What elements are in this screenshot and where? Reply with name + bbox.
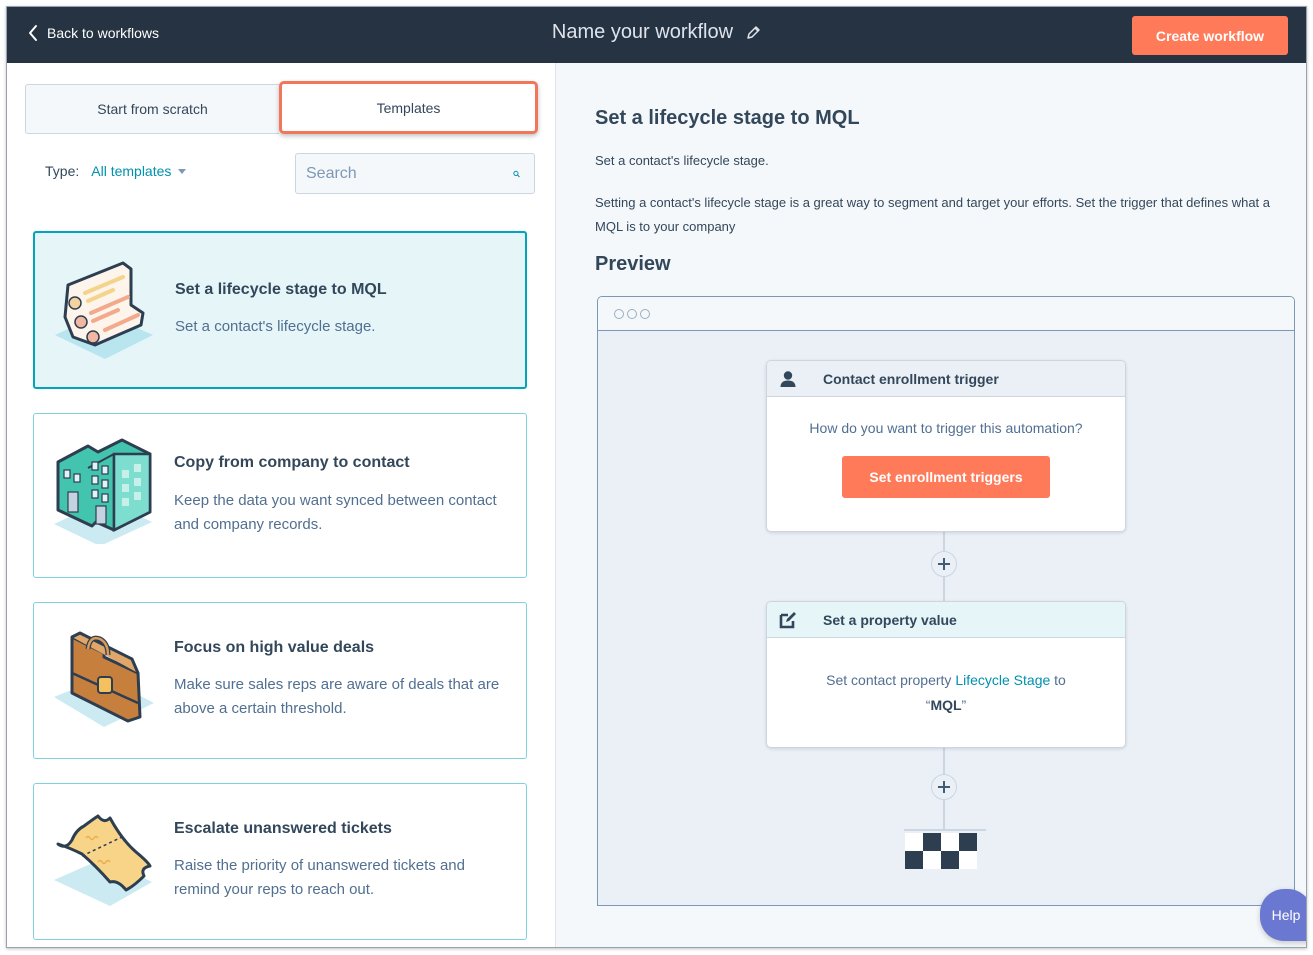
detail-subtitle: Set a contact's lifecycle stage.	[595, 153, 769, 168]
trigger-card-header: Contact enrollment trigger	[767, 361, 1125, 397]
window-dot-icon	[627, 308, 637, 319]
edit-icon	[779, 611, 796, 628]
workflow-preview: Contact enrollment trigger How do you wa…	[597, 296, 1295, 906]
set-property-action-card[interactable]: Set a property value Set contact propert…	[766, 601, 1126, 748]
contact-cards-illustration-icon	[55, 261, 153, 359]
type-filter-label: Type:	[45, 163, 80, 179]
type-filter-value: All templates	[91, 163, 172, 179]
action-text-before: Set contact property	[826, 672, 956, 688]
action-text-after: to	[1050, 672, 1066, 688]
action-card-title: Set a property value	[823, 611, 957, 628]
template-card[interactable]: Escalate unanswered tickets Raise the pr…	[33, 783, 527, 940]
template-title: Set a lifecycle stage to MQL	[175, 281, 387, 298]
add-action-button[interactable]	[931, 774, 957, 800]
search-icon[interactable]	[513, 165, 520, 183]
preview-window-bar	[598, 297, 1294, 331]
template-description: Keep the data you want synced between co…	[174, 492, 497, 533]
template-card[interactable]: Copy from company to contact Keep the da…	[33, 413, 527, 578]
template-title: Copy from company to contact	[174, 454, 410, 471]
type-filter-dropdown[interactable]: All templates	[91, 163, 187, 179]
ticket-illustration-icon	[54, 814, 152, 906]
plus-icon	[938, 558, 950, 570]
templates-panel: Start from scratch Templates Type: All t…	[7, 63, 556, 947]
contact-icon	[780, 370, 796, 387]
detail-title: Set a lifecycle stage to MQL	[595, 107, 860, 129]
tab-start-from-scratch[interactable]: Start from scratch	[25, 84, 279, 134]
enrollment-trigger-card: Contact enrollment trigger How do you wa…	[766, 360, 1126, 532]
caret-down-icon	[178, 168, 187, 174]
detail-description: Setting a contact's lifecycle stage is a…	[595, 195, 1271, 234]
template-detail-panel: Set a lifecycle stage to MQL Set a conta…	[557, 63, 1306, 947]
help-button[interactable]: Help	[1260, 889, 1306, 941]
window-dot-icon	[640, 308, 650, 319]
quote-close: ”	[961, 697, 967, 713]
briefcase-illustration-icon	[54, 631, 154, 727]
source-tabs: Start from scratch Templates	[25, 81, 538, 134]
type-filter: Type: All templates	[45, 163, 187, 179]
template-card[interactable]: Focus on high value deals Make sure sale…	[33, 602, 527, 759]
template-card[interactable]: Set a lifecycle stage to MQL Set a conta…	[33, 231, 527, 389]
building-illustration-icon	[54, 438, 152, 544]
template-title: Focus on high value deals	[174, 639, 375, 656]
add-action-button[interactable]	[931, 551, 957, 577]
action-card-body: Set contact property Lifecycle Stage to …	[767, 638, 1125, 718]
plus-icon	[938, 781, 950, 793]
window-dot-icon	[614, 308, 624, 319]
template-description: Make sure sales reps are aware of deals …	[174, 676, 500, 717]
search-box	[295, 153, 535, 194]
template-description: Set a contact's lifecycle stage.	[175, 318, 376, 335]
template-title: Escalate unanswered tickets	[174, 820, 392, 837]
trigger-card-title: Contact enrollment trigger	[823, 370, 999, 387]
tab-templates[interactable]: Templates	[279, 81, 538, 134]
end-line	[904, 829, 986, 831]
top-bar: Back to workflows Name your workflow Cre…	[7, 7, 1306, 63]
app-window: Back to workflows Name your workflow Cre…	[6, 6, 1307, 948]
set-enrollment-triggers-button[interactable]: Set enrollment triggers	[842, 456, 1050, 498]
workflow-name[interactable]: Name your workflow	[7, 21, 1306, 44]
template-description: Raise the priority of unanswered tickets…	[174, 857, 465, 898]
preview-heading: Preview	[595, 253, 671, 275]
pencil-icon[interactable]	[745, 25, 761, 41]
create-workflow-button[interactable]: Create workflow	[1132, 16, 1288, 55]
property-value: MQL	[930, 697, 962, 713]
finish-flag-icon	[905, 833, 977, 869]
trigger-question: How do you want to trigger this automati…	[809, 420, 1083, 436]
search-input[interactable]	[296, 164, 513, 183]
lifecycle-stage-link[interactable]: Lifecycle Stage	[955, 672, 1050, 688]
trigger-card-body: How do you want to trigger this automati…	[767, 397, 1125, 498]
workflow-title[interactable]: Name your workflow	[552, 21, 733, 44]
action-card-header: Set a property value	[767, 602, 1125, 638]
